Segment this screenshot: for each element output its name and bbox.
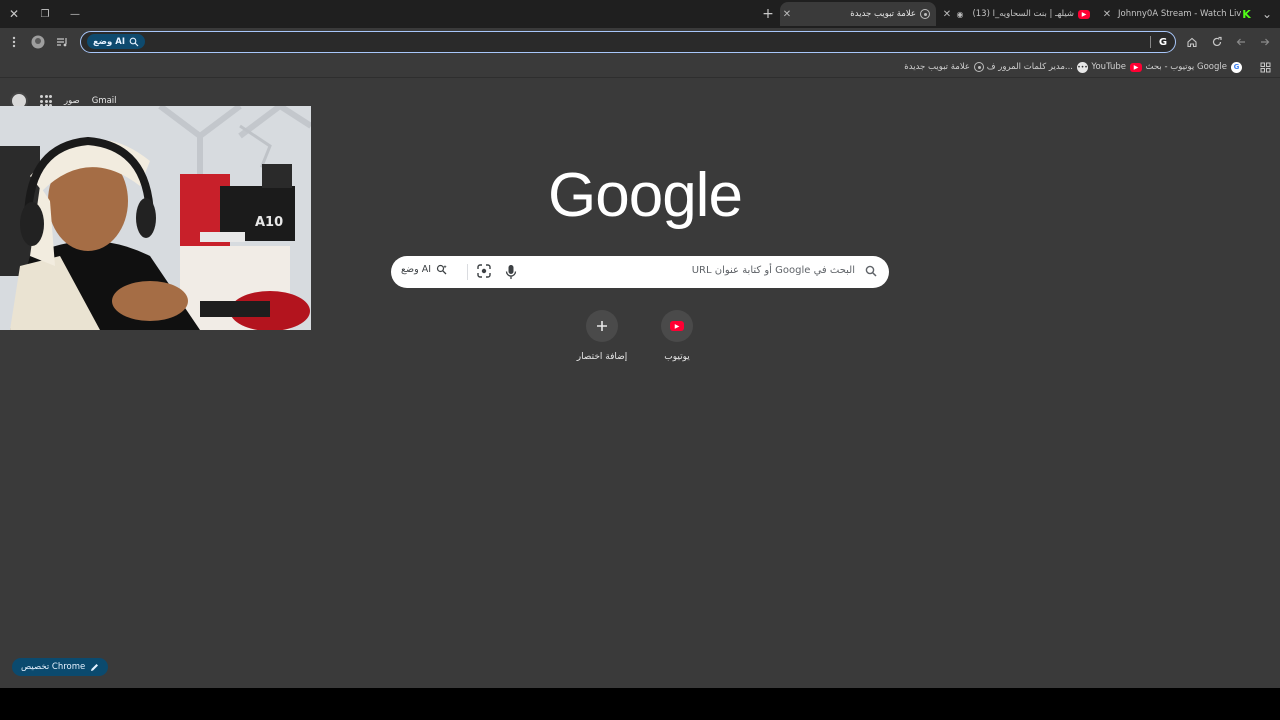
ai-mode-chip[interactable]: وضع AI <box>87 34 146 49</box>
address-bar[interactable]: وضع AI G <box>80 31 1176 53</box>
all-bookmarks-icon[interactable] <box>1260 60 1271 74</box>
tab-title: علامة تبويب جديدة <box>850 9 916 19</box>
tab-title: (13) شيلهـ | بنت السحاويه_ا <box>972 9 1074 19</box>
letterbox-bar <box>0 688 1280 720</box>
close-tab-icon[interactable]: ✕ <box>1100 9 1114 20</box>
search-placeholder: البحث في Google أو كتابة عنوان URL <box>691 265 855 276</box>
sparkle-search-icon <box>436 264 447 275</box>
profile-avatar-icon[interactable] <box>28 32 48 52</box>
youtube-icon: ▶ <box>1078 9 1090 19</box>
bookmarks-bar: يوتيوب - بحث Google G YouTube ▶ مدير كلم… <box>0 56 1280 78</box>
tab-title: Johnny0A Stream - Watch Live <box>1118 9 1241 19</box>
pencil-icon <box>91 663 99 671</box>
close-tab-icon[interactable]: ✕ <box>940 9 954 20</box>
password-manager-icon: ••• <box>1077 61 1088 73</box>
bookmark-item[interactable]: علامة تبويب جديدة <box>904 60 984 74</box>
home-icon[interactable] <box>1182 32 1202 52</box>
shortcut-label: إضافة اختصار <box>576 352 628 362</box>
search-box[interactable]: البحث في Google أو كتابة عنوان URL وضع A… <box>391 256 889 288</box>
ai-mode-label: وضع AI <box>93 36 126 47</box>
tab-kick-stream[interactable]: ✕ Johnny0A Stream - Watch Live K <box>1100 2 1254 26</box>
google-icon: G <box>1231 61 1242 73</box>
chrome-icon <box>974 62 984 72</box>
bookmark-item[interactable]: مدير كلمات المرور ف... ••• <box>987 60 1088 74</box>
chrome-icon <box>920 9 930 19</box>
audio-playing-icon[interactable]: ◉ <box>954 10 966 19</box>
tab-search-button[interactable]: ⌄ <box>1256 4 1278 24</box>
new-tab-button[interactable]: + <box>757 4 779 24</box>
close-window-button[interactable]: ✕ <box>3 4 25 24</box>
close-tab-icon[interactable]: ✕ <box>780 9 794 20</box>
webcam-overlay: A10 <box>0 106 311 330</box>
youtube-icon: ▶ <box>670 321 684 331</box>
google-icon[interactable]: G <box>1155 34 1171 50</box>
gmail-link[interactable]: Gmail <box>92 96 117 106</box>
shortcut-tile: ▶ <box>661 310 693 342</box>
tab-strip: ✕ ❐ — + ✕ علامة تبويب جديدة ✕ ◉ (13) شيل… <box>0 0 1280 28</box>
shortcut-youtube[interactable]: ▶ يوتيوب <box>642 310 712 362</box>
search-icon <box>865 265 877 277</box>
microphone-icon[interactable] <box>505 264 517 280</box>
search-divider <box>467 264 468 280</box>
ai-mode-button[interactable]: وضع AI <box>401 264 447 275</box>
omnibox-divider <box>1150 36 1151 48</box>
tab-new-tab[interactable]: ✕ علامة تبويب جديدة <box>780 2 936 26</box>
sparkle-search-icon <box>129 37 139 46</box>
tab-youtube-video[interactable]: ✕ ◉ (13) شيلهـ | بنت السحاويه_ا ▶ <box>940 2 1096 26</box>
images-link[interactable]: صور <box>64 96 80 106</box>
media-controls-icon[interactable] <box>52 32 72 52</box>
bookmark-item[interactable]: YouTube ▶ <box>1091 60 1142 74</box>
google-logo: Google <box>548 161 743 230</box>
back-icon[interactable] <box>1231 32 1251 52</box>
toolbar: وضع AI G <box>0 28 1280 56</box>
bookmark-item[interactable]: يوتيوب - بحث Google G <box>1146 60 1242 74</box>
new-tab-page: صور Gmail A10 Google البحث في Google أو … <box>0 78 1280 688</box>
plus-icon <box>597 321 607 331</box>
reload-icon[interactable] <box>1207 32 1227 52</box>
minimize-window-button[interactable]: — <box>64 4 86 24</box>
customize-chrome-button[interactable]: تخصيص Chrome <box>12 658 109 676</box>
restore-window-button[interactable]: ❐ <box>34 4 56 24</box>
shortcut-label: يوتيوب <box>664 352 690 362</box>
shortcut-tile <box>586 310 618 342</box>
webcam-box-label: A10 <box>255 215 283 230</box>
forward-icon[interactable] <box>1255 32 1275 52</box>
menu-kebab-icon[interactable] <box>4 32 24 52</box>
google-lens-icon[interactable] <box>477 264 491 278</box>
add-shortcut-button[interactable]: إضافة اختصار <box>567 310 637 362</box>
youtube-icon: ▶ <box>1130 62 1142 72</box>
kick-icon: K <box>1241 7 1252 21</box>
